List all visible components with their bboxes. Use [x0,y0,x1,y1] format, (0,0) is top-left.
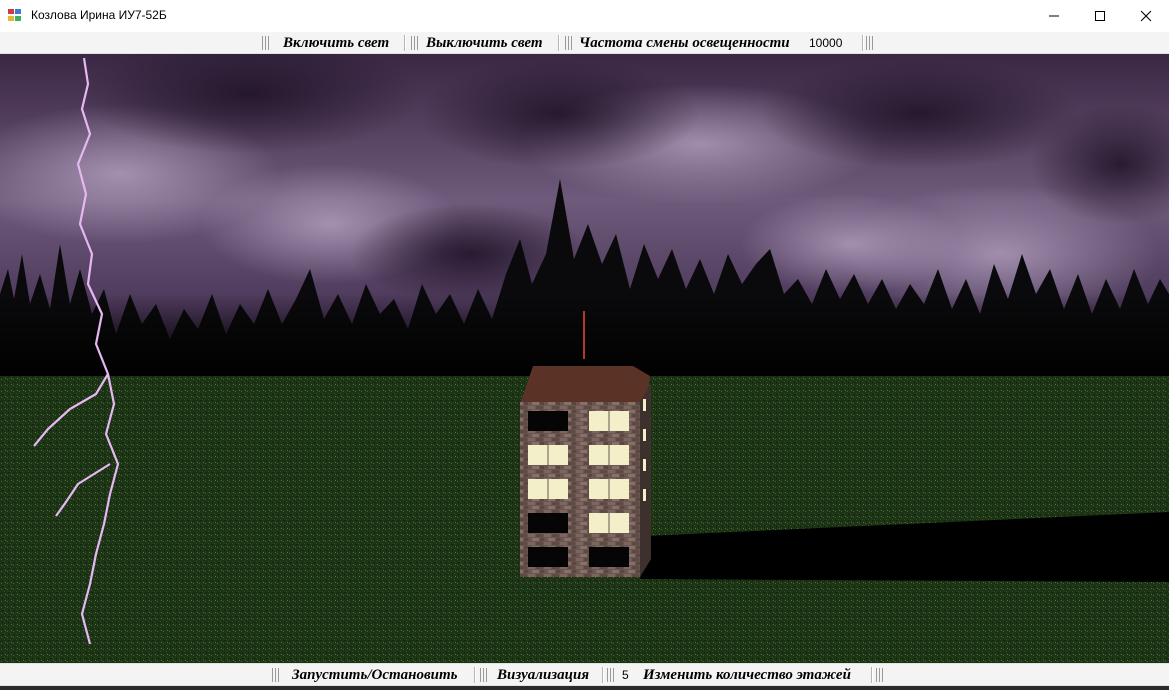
app-icon [8,9,24,23]
toolbar-separator [602,667,604,683]
floors-input[interactable] [619,666,639,684]
light-off-button[interactable]: Выключить свет [423,33,546,53]
light-on-button[interactable]: Включить свет [280,33,392,53]
render-viewport [0,54,1169,663]
change-floors-button[interactable]: Изменить количество этажей [640,665,854,685]
start-stop-button[interactable]: Запустить/Остановить [289,665,461,685]
frequency-input[interactable] [806,34,856,52]
roof [520,366,650,404]
toolbar-separator [474,667,476,683]
building-side [640,384,651,577]
toolbar-grip[interactable] [262,36,270,50]
toolbar-separator [404,35,406,51]
window-title: Козлова Ирина ИУ7-52Б [31,8,167,22]
toolbar-grip[interactable] [411,36,419,50]
toolbar-grip[interactable] [607,668,615,682]
taskbar-edge [0,686,1169,690]
frequency-label: Частота смены освещенности [579,35,790,51]
toolbar-grip[interactable] [565,36,573,50]
title-bar: Козлова Ирина ИУ7-52Б [0,0,1169,32]
toolbar-grip[interactable] [876,668,884,682]
bottom-toolbar: Запустить/Остановить Визуализация Измени… [0,663,1169,686]
toolbar-separator [871,667,873,683]
top-toolbar: Включить свет Выключить свет Частота сме… [0,32,1169,54]
maximize-icon[interactable] [1077,0,1123,32]
minimize-icon[interactable] [1031,0,1077,32]
toolbar-grip[interactable] [272,668,280,682]
visualization-button[interactable]: Визуализация [494,665,592,685]
toolbar-separator [558,35,560,51]
toolbar-separator [862,35,864,51]
toolbar-grip[interactable] [866,36,874,50]
toolbar-grip[interactable] [480,668,488,682]
close-icon[interactable] [1123,0,1169,32]
